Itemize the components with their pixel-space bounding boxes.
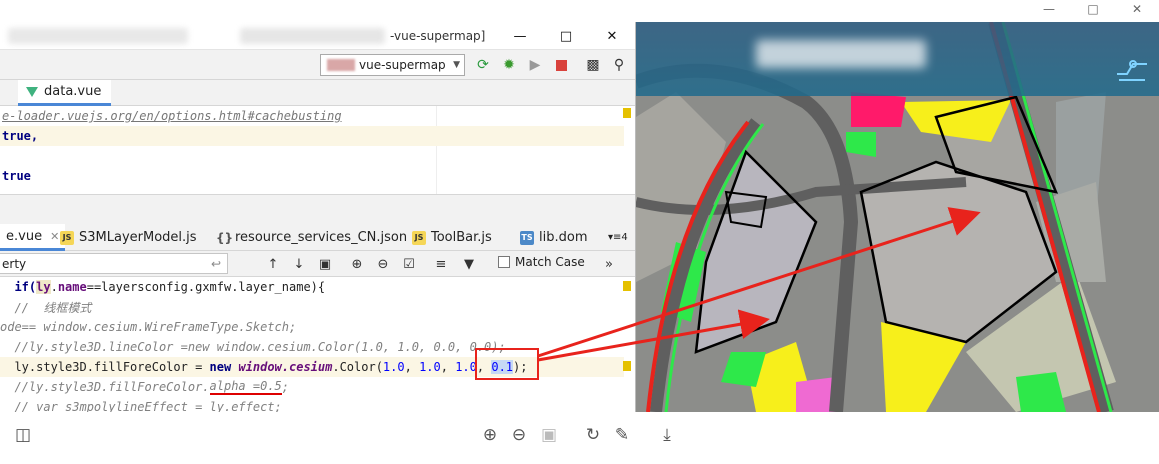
zoom-in-icon[interactable]: ⊕	[479, 424, 501, 446]
annotation-arrow	[537, 207, 981, 358]
annotation-box	[475, 348, 539, 380]
zoom-out-icon[interactable]: ⊖	[508, 424, 530, 446]
download-icon[interactable]: ⤓	[656, 424, 678, 446]
rotate-icon[interactable]: ↻	[582, 424, 604, 446]
annotation-arrow	[537, 309, 770, 362]
actual-size-icon[interactable]: ▣	[538, 424, 560, 446]
edit-icon[interactable]: ✎	[611, 424, 633, 446]
viewer-bottom-toolbar: ◫ ⊕ ⊖ ▣ ↻ ✎ ⤓	[0, 412, 1159, 464]
annotation-overlay	[475, 207, 981, 380]
thumbnails-icon[interactable]: ◫	[12, 424, 34, 446]
